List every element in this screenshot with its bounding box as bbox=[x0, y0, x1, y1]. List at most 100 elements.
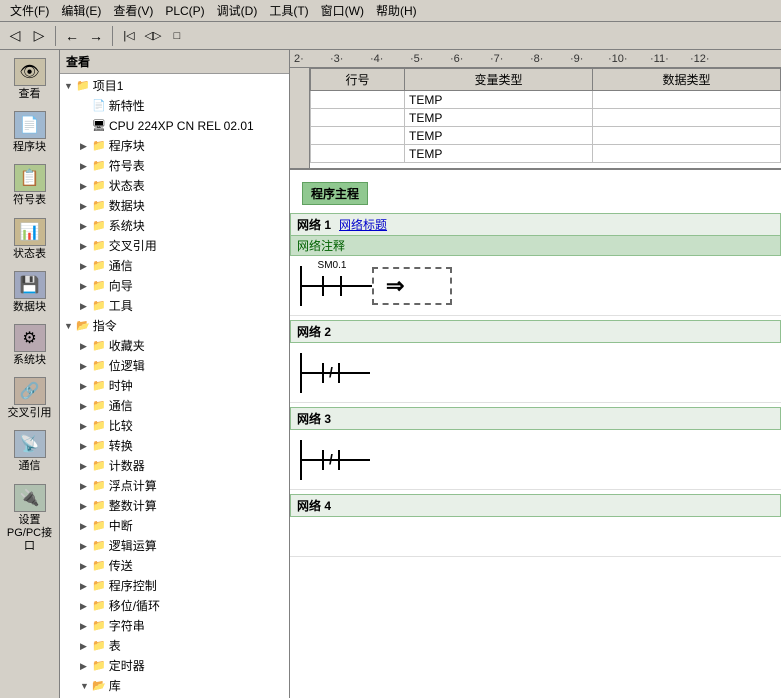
tree-item[interactable]: ▶ 📁 程序控制 bbox=[60, 576, 289, 596]
tree-item[interactable]: ▼ 📂 库 bbox=[60, 676, 289, 696]
tree-item[interactable]: ▶ 📁 通信 bbox=[60, 396, 289, 416]
menu-file[interactable]: 文件(F) bbox=[4, 1, 55, 20]
tree-item[interactable]: ▶ 📁 通信 bbox=[60, 256, 289, 276]
tree-node-icon: 📁 bbox=[92, 157, 106, 175]
network-title: 网络 2 bbox=[297, 323, 331, 340]
contact-nc[interactable]: / bbox=[322, 363, 340, 383]
sidebar-item-comm[interactable]: 📡 通信 bbox=[2, 426, 58, 477]
tree-item[interactable]: ▶ 📁 浮点计算 bbox=[60, 476, 289, 496]
sidebar-program-label: 程序块 bbox=[13, 141, 46, 154]
menu-debug[interactable]: 调试(D) bbox=[211, 1, 264, 20]
contact-sm01[interactable]: SM0.1 bbox=[322, 276, 342, 296]
tree-expand-icon: ▼ bbox=[80, 677, 92, 695]
comm-icon: 📡 bbox=[14, 430, 46, 458]
network-link[interactable]: 网络标题 bbox=[339, 216, 387, 233]
tree-item[interactable]: 🖥 CPU 224XP CN REL 02.01 bbox=[60, 116, 289, 136]
contact-symbol: / bbox=[322, 363, 340, 383]
sidebar-item-program[interactable]: 📄 程序块 bbox=[2, 107, 58, 158]
tree-item[interactable]: ▶ 📁 工具 bbox=[60, 296, 289, 316]
toolbar-btn-step-back[interactable]: |◁ bbox=[118, 25, 140, 47]
tree-node-label: 程序块 bbox=[109, 137, 145, 155]
menu-view[interactable]: 查看(V) bbox=[107, 1, 159, 20]
vartable-row[interactable]: TEMP bbox=[311, 127, 781, 145]
menu-edit[interactable]: 编辑(E) bbox=[55, 1, 107, 20]
tree-expand-icon: ▶ bbox=[80, 577, 92, 595]
toolbar-btn-right[interactable]: → bbox=[85, 25, 107, 47]
tree-item[interactable]: ▶ 📁 符号表 bbox=[60, 156, 289, 176]
tree-item[interactable]: ▼ 📁 项目1 bbox=[60, 76, 289, 96]
sidebar-symbol-label: 符号表 bbox=[13, 194, 46, 207]
tree-node-icon: 📁 bbox=[92, 177, 106, 195]
toolbar-btn-left[interactable]: ← bbox=[61, 25, 83, 47]
vartable-row[interactable]: TEMP bbox=[311, 91, 781, 109]
tree-item[interactable]: ▶ 📁 交叉引用 bbox=[60, 236, 289, 256]
tree-item[interactable]: ▼ 📂 指令 bbox=[60, 316, 289, 336]
tree-node-label: 整数计算 bbox=[109, 497, 157, 515]
tree-item[interactable]: 📄 新特性 bbox=[60, 96, 289, 116]
toolbar-btn-back[interactable]: ◁ bbox=[4, 25, 26, 47]
sidebar-item-view[interactable]: 👁 查看 bbox=[2, 54, 58, 105]
crossref-icon: 🔗 bbox=[14, 377, 46, 405]
tree-item[interactable]: ▶ 📁 字符串 bbox=[60, 616, 289, 636]
tree-item[interactable]: ▶ 📁 程序块 bbox=[60, 136, 289, 156]
tree-content[interactable]: ▼ 📁 项目1 📄 新特性 🖥 CPU 224XP CN REL 02.01 ▶… bbox=[60, 74, 289, 698]
toolbar-btn-forward[interactable]: ▷ bbox=[28, 25, 50, 47]
tree-item[interactable]: ▶ 📁 收藏夹 bbox=[60, 336, 289, 356]
tree-item[interactable]: ▶ 📁 向导 bbox=[60, 276, 289, 296]
toolbar-btn-play[interactable]: ◁▷ bbox=[142, 25, 164, 47]
rung-line: / bbox=[300, 440, 370, 480]
toolbar-btn-stop[interactable]: □ bbox=[166, 25, 188, 47]
menu-help[interactable]: 帮助(H) bbox=[370, 1, 423, 20]
sidebar-item-system[interactable]: ⚙ 系统块 bbox=[2, 320, 58, 371]
tree-node-label: 新特性 bbox=[109, 97, 145, 115]
network-title: 网络 3 bbox=[297, 410, 331, 427]
ruler-8: ·8· bbox=[530, 53, 543, 65]
tree-item[interactable]: ▶ 📁 移位/循环 bbox=[60, 596, 289, 616]
program-main-label: 程序主程 bbox=[302, 182, 368, 205]
sidebar-item-data[interactable]: 💾 数据块 bbox=[2, 267, 58, 318]
tree-expand-icon: ▶ bbox=[80, 477, 92, 495]
sidebar-item-symbol[interactable]: 📋 符号表 bbox=[2, 160, 58, 211]
sidebar-item-status[interactable]: 📊 状态表 bbox=[2, 214, 58, 265]
sidebar-item-crossref[interactable]: 🔗 交叉引用 bbox=[2, 373, 58, 424]
sidebar-view-label: 查看 bbox=[19, 88, 41, 101]
nc-slash: / bbox=[324, 451, 338, 467]
vartable-row[interactable]: TEMP bbox=[311, 145, 781, 163]
tree-node-icon: 📁 bbox=[92, 617, 106, 635]
h-line-1 bbox=[302, 459, 322, 461]
vartable-row[interactable]: TEMP bbox=[311, 109, 781, 127]
tree-item[interactable]: ▶ 📁 计数器 bbox=[60, 456, 289, 476]
tree-item[interactable]: ▶ 📁 状态表 bbox=[60, 176, 289, 196]
tree-panel: 查看 ▼ 📁 项目1 📄 新特性 🖥 CPU 224XP CN REL 02.0… bbox=[60, 50, 290, 698]
tree-item[interactable]: ▶ 📁 定时器 bbox=[60, 656, 289, 676]
tree-item[interactable]: ▶ 📁 整数计算 bbox=[60, 496, 289, 516]
vartable-cell-vartype: TEMP bbox=[405, 127, 593, 145]
tree-item[interactable]: ▶ 📁 传送 bbox=[60, 556, 289, 576]
menu-tools[interactable]: 工具(T) bbox=[263, 1, 314, 20]
tree-node-label: 计数器 bbox=[109, 457, 145, 475]
tree-node-label: 程序控制 bbox=[109, 577, 157, 595]
sidebar-comm-label: 通信 bbox=[19, 460, 41, 473]
tree-item[interactable]: ▶ 📁 转换 bbox=[60, 436, 289, 456]
tree-item[interactable]: ▶ 📁 逻辑运算 bbox=[60, 536, 289, 556]
tree-item[interactable]: ▶ 📁 比较 bbox=[60, 416, 289, 436]
tree-item[interactable]: ▶ 📁 系统块 bbox=[60, 216, 289, 236]
tree-item[interactable]: ▶ 📁 中断 bbox=[60, 516, 289, 536]
tree-item[interactable]: ▶ 📁 数据块 bbox=[60, 196, 289, 216]
var-table-container: 行号 变量类型 数据类型 TEMP TEMP TEMP TEMP bbox=[290, 68, 781, 168]
ladder-area[interactable]: 程序主程 网络 1网络标题网络注释 SM0.1 bbox=[290, 170, 781, 698]
contact-nc[interactable]: / bbox=[322, 450, 340, 470]
sidebar-item-pgpc[interactable]: 🔌 设置PG/PC接口 bbox=[2, 480, 58, 558]
vartable-cell-rownum bbox=[311, 109, 405, 127]
ladder-rung: SM0.1 ⇒ bbox=[290, 256, 781, 316]
coil-box[interactable]: ⇒ bbox=[372, 267, 452, 305]
tree-node-label: 工具 bbox=[109, 297, 133, 315]
rung-line: SM0.1 ⇒ bbox=[300, 266, 771, 306]
menu-window[interactable]: 窗口(W) bbox=[315, 1, 370, 20]
tree-expand-icon: ▶ bbox=[80, 417, 92, 435]
tree-expand-icon: ▶ bbox=[80, 337, 92, 355]
tree-item[interactable]: ▶ 📁 位逻辑 bbox=[60, 356, 289, 376]
menu-plc[interactable]: PLC(P) bbox=[159, 3, 210, 19]
tree-item[interactable]: ▶ 📁 时钟 bbox=[60, 376, 289, 396]
tree-item[interactable]: ▶ 📁 表 bbox=[60, 636, 289, 656]
